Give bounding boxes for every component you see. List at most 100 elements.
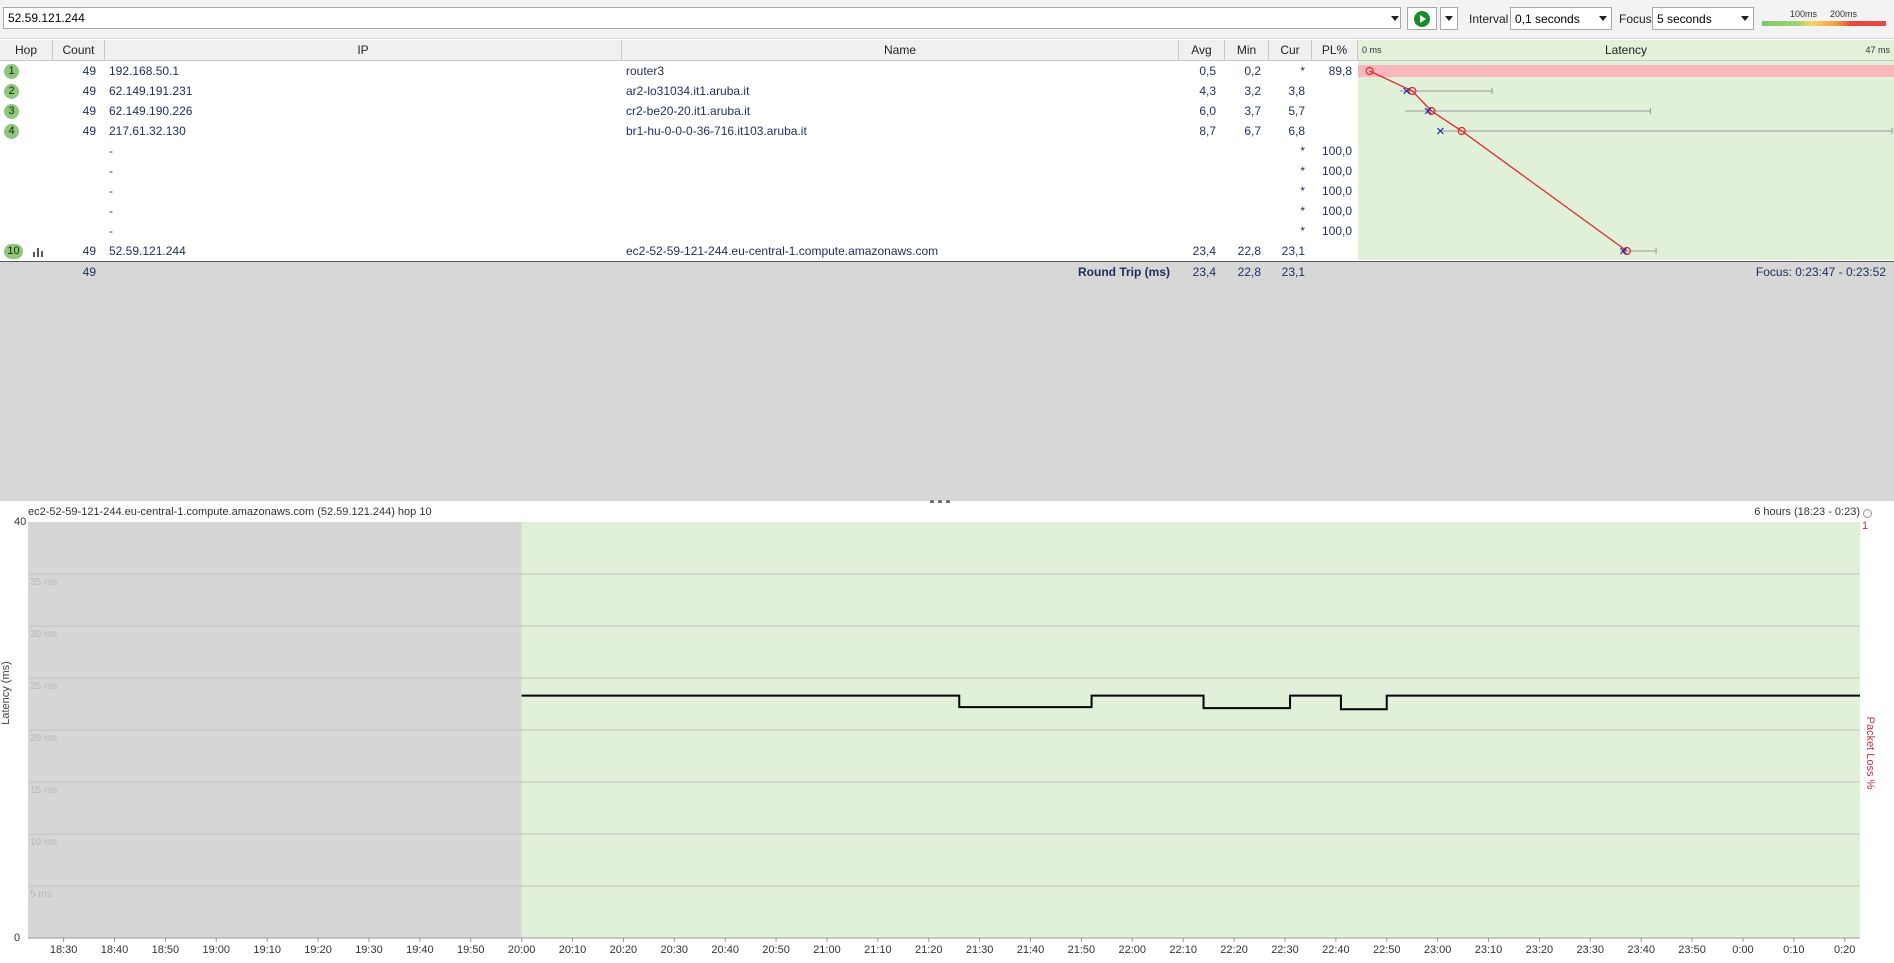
x-tick-label: 18:40	[100, 944, 129, 956]
hop-cur: *	[1300, 204, 1305, 218]
hop-packet-loss: 100,0	[1321, 144, 1352, 158]
x-tick-label: 0:00	[1732, 944, 1754, 956]
toolbar: Interval 0,1 seconds Focus 5 seconds 100…	[0, 0, 1894, 39]
table-row[interactable]: 4 49 217.61.32.130 br1-hu-0-0-0-36-716.it10…	[0, 121, 1358, 141]
x-tick-label: 22:00	[1118, 944, 1147, 956]
scale-200-label: 200ms	[1830, 9, 1858, 19]
summary-focus-range: Focus: 0:23:47 - 0:23:52	[1755, 265, 1886, 279]
hop-table-header: Hop Count IP Name Avg Min Cur PL% 0 ms L…	[0, 40, 1894, 61]
summary-avg: 23,4	[1192, 265, 1216, 279]
table-row[interactable]: 1 49 192.168.50.1 router3 0,5 0,2 * 89,8	[0, 61, 1358, 81]
hop-packet-loss: 100,0	[1321, 204, 1352, 218]
x-tick-label: 18:30	[49, 944, 78, 956]
focus-select[interactable]: 5 seconds	[1652, 7, 1754, 30]
interval-select[interactable]: 0,1 seconds	[1510, 7, 1612, 30]
y-tick-label: 25 ms	[30, 681, 58, 692]
hop-ip: -	[109, 204, 113, 218]
table-row[interactable]: - * 100,0	[0, 141, 1358, 161]
x-tick-label: 19:40	[406, 944, 434, 956]
col-latency-header[interactable]: 0 ms Latency 47 ms	[1358, 40, 1894, 60]
x-tick-label: 21:00	[813, 944, 841, 956]
table-row[interactable]: - * 100,0	[0, 221, 1358, 241]
x-tick-label: 20:20	[609, 944, 638, 956]
y-tick-label: 40	[14, 516, 27, 528]
col-name-header[interactable]: Name	[622, 40, 1179, 60]
col-count-header[interactable]: Count	[53, 40, 105, 60]
table-row[interactable]: 2 49 62.149.191.231 ar2-lo31034.it1.aruba.i…	[0, 81, 1358, 101]
x-tick-label: 19:20	[304, 944, 332, 956]
y-tick-label: 35 ms	[30, 577, 58, 588]
hop-ip: 192.168.50.1	[109, 64, 180, 78]
summary-cur: 23,1	[1281, 265, 1305, 279]
target-input[interactable]	[8, 11, 1378, 25]
y-tick-label: 20 ms	[30, 733, 58, 744]
hop-avg: 0,5	[1199, 64, 1216, 78]
packet-loss-band	[1358, 65, 1894, 77]
y-tick-label: 10 ms	[30, 837, 58, 848]
hop-cur: *	[1300, 64, 1305, 78]
chevron-down-icon[interactable]	[1391, 16, 1399, 21]
x-tick-label: 22:20	[1220, 944, 1248, 956]
hop-count: 49	[82, 84, 96, 98]
hop-ip: -	[109, 164, 113, 178]
table-row[interactable]: - * 100,0	[0, 181, 1358, 201]
start-trace-button[interactable]	[1407, 7, 1437, 30]
interval-value: 0,1 seconds	[1515, 12, 1580, 26]
latency-color-scale: 100ms 200ms	[1762, 7, 1892, 29]
hop-cur: *	[1300, 144, 1305, 158]
col-hop-header[interactable]: Hop	[0, 40, 53, 60]
table-row[interactable]: - * 100,0	[0, 161, 1358, 181]
hop-min: 3,2	[1244, 84, 1261, 98]
col-min-header[interactable]: Min	[1225, 40, 1269, 60]
hop-latency-panel	[1358, 61, 1894, 260]
x-tick-label: 23:40	[1627, 944, 1655, 956]
x-tick-label: 22:40	[1322, 944, 1350, 956]
x-tick-label: 23:00	[1423, 944, 1452, 956]
x-tick-label: 20:50	[762, 944, 790, 956]
hop-packet-loss: 89,8	[1328, 64, 1352, 78]
hop-latency-graph	[1358, 65, 1894, 256]
table-row[interactable]: 3 49 62.149.190.226 cr2-be20-20.it1.aruba.i…	[0, 101, 1358, 121]
x-tick-label: 19:10	[253, 944, 281, 956]
scale-100-label: 100ms	[1790, 9, 1818, 19]
latency-plot[interactable]	[0, 503, 1894, 963]
y-tick-label: 5 ms	[30, 889, 52, 900]
start-options-dropdown[interactable]	[1440, 7, 1458, 30]
hop-number-badge: 2	[4, 84, 19, 99]
interval-label: Interval	[1469, 12, 1509, 26]
x-tick-label: 22:50	[1372, 944, 1401, 956]
col-ip-header[interactable]: IP	[105, 40, 622, 60]
chevron-down-icon	[1599, 16, 1607, 21]
col-cur-header[interactable]: Cur	[1269, 40, 1312, 60]
hop-count: 49	[82, 64, 96, 78]
y-tick-label: 30 ms	[30, 629, 58, 640]
col-avg-header[interactable]: Avg	[1179, 40, 1225, 60]
target-combobox[interactable]	[3, 7, 1401, 29]
table-row[interactable]: - * 100,0	[0, 201, 1358, 221]
x-tick-label: 0:10	[1783, 944, 1805, 956]
hop-cur: *	[1300, 164, 1305, 178]
hop-number-badge: 10	[4, 244, 23, 259]
x-tick-label: 22:30	[1271, 944, 1299, 956]
hop-cur: 23,1	[1281, 244, 1305, 258]
col-pl-header[interactable]: PL%	[1312, 40, 1358, 60]
hop-min: 22,8	[1237, 244, 1261, 258]
hop-cur: *	[1300, 184, 1305, 198]
hop-avg: 8,7	[1199, 124, 1216, 138]
hop-cur: 5,7	[1288, 104, 1305, 118]
x-tick-label: 23:10	[1474, 944, 1503, 956]
hop-packet-loss: 100,0	[1321, 224, 1352, 238]
scale-gradient-bar	[1762, 21, 1886, 26]
hop-packet-loss: 100,0	[1321, 164, 1352, 178]
bar-chart-icon[interactable]	[33, 247, 45, 257]
hop-ip: 62.149.191.231	[109, 84, 193, 98]
avg-latency-line	[1369, 70, 1628, 252]
summary-count: 49	[82, 265, 96, 279]
table-row[interactable]: 10 49 52.59.121.244 ec2-52-59-121-244.eu-ce…	[0, 241, 1358, 261]
hop-name: router3	[626, 64, 665, 78]
hop-cur: 6,8	[1288, 124, 1305, 138]
y-axis-label: Latency (ms)	[0, 661, 12, 725]
hop-count: 49	[82, 244, 96, 258]
chevron-down-icon	[1741, 16, 1749, 21]
hop-ip: -	[109, 224, 113, 238]
